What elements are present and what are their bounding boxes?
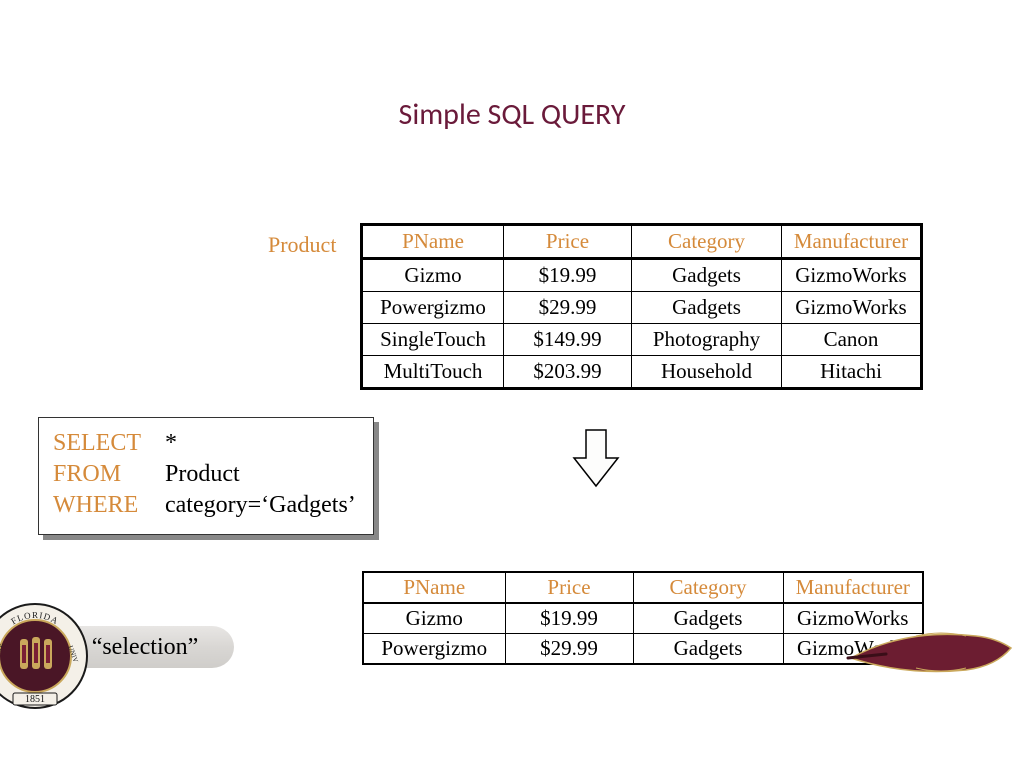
keyword-where: WHERE <box>53 490 165 521</box>
col-header: Price <box>505 572 633 603</box>
cell: Household <box>632 356 782 389</box>
product-table: PName Price Category Manufacturer Gizmo … <box>360 223 923 390</box>
table-row: Gizmo $19.99 Gadgets GizmoWorks <box>362 259 922 292</box>
cell: $19.99 <box>505 603 633 634</box>
cell: GizmoWorks <box>782 292 922 324</box>
col-header: Manufacturer <box>782 225 922 259</box>
table-row: MultiTouch $203.99 Household Hitachi <box>362 356 922 389</box>
from-arg: Product <box>165 459 240 490</box>
cell: $19.99 <box>504 259 632 292</box>
col-header: Manufacturer <box>783 572 923 603</box>
col-header: PName <box>363 572 505 603</box>
cell: Gizmo <box>363 603 505 634</box>
table-header-row: PName Price Category Manufacturer <box>362 225 922 259</box>
table-label-product: Product <box>268 232 336 258</box>
result-table: PName Price Category Manufacturer Gizmo … <box>362 571 924 665</box>
cell: Powergizmo <box>363 634 505 665</box>
table-row: Powergizmo $29.99 Gadgets GizmoWorks <box>362 292 922 324</box>
cell: $29.99 <box>505 634 633 665</box>
cell: Gadgets <box>632 292 782 324</box>
keyword-from: FROM <box>53 459 165 490</box>
cell: $203.99 <box>504 356 632 389</box>
cell: Canon <box>782 324 922 356</box>
arrow-down-icon <box>566 424 626 494</box>
cell: Hitachi <box>782 356 922 389</box>
fsu-seal-icon: FLORIDA STATE UNIV 1851 <box>0 601 90 711</box>
cell: Gadgets <box>633 634 783 665</box>
cell: Gadgets <box>632 259 782 292</box>
cell: GizmoWorks <box>782 259 922 292</box>
select-arg: * <box>165 428 177 459</box>
slide-title: Simple SQL QUERY <box>0 96 1024 133</box>
cell: SingleTouch <box>362 324 504 356</box>
cell: $29.99 <box>504 292 632 324</box>
col-header: Price <box>504 225 632 259</box>
col-header: PName <box>362 225 504 259</box>
table-row: Gizmo $19.99 Gadgets GizmoWorks <box>363 603 923 634</box>
table-row: SingleTouch $149.99 Photography Canon <box>362 324 922 356</box>
cell: Powergizmo <box>362 292 504 324</box>
sql-query-box: SELECT * FROM Product WHERE category=‘Ga… <box>38 417 374 535</box>
col-header: Category <box>632 225 782 259</box>
svg-text:1851: 1851 <box>25 694 45 705</box>
cell: Gadgets <box>633 603 783 634</box>
feather-icon <box>846 618 1016 688</box>
keyword-select: SELECT <box>53 428 165 459</box>
table-row: Powergizmo $29.99 Gadgets GizmoWorks <box>363 634 923 665</box>
cell: MultiTouch <box>362 356 504 389</box>
where-arg: category=‘Gadgets’ <box>165 490 356 521</box>
cell: Gizmo <box>362 259 504 292</box>
cell: $149.99 <box>504 324 632 356</box>
cell: Photography <box>632 324 782 356</box>
col-header: Category <box>633 572 783 603</box>
table-header-row: PName Price Category Manufacturer <box>363 572 923 603</box>
